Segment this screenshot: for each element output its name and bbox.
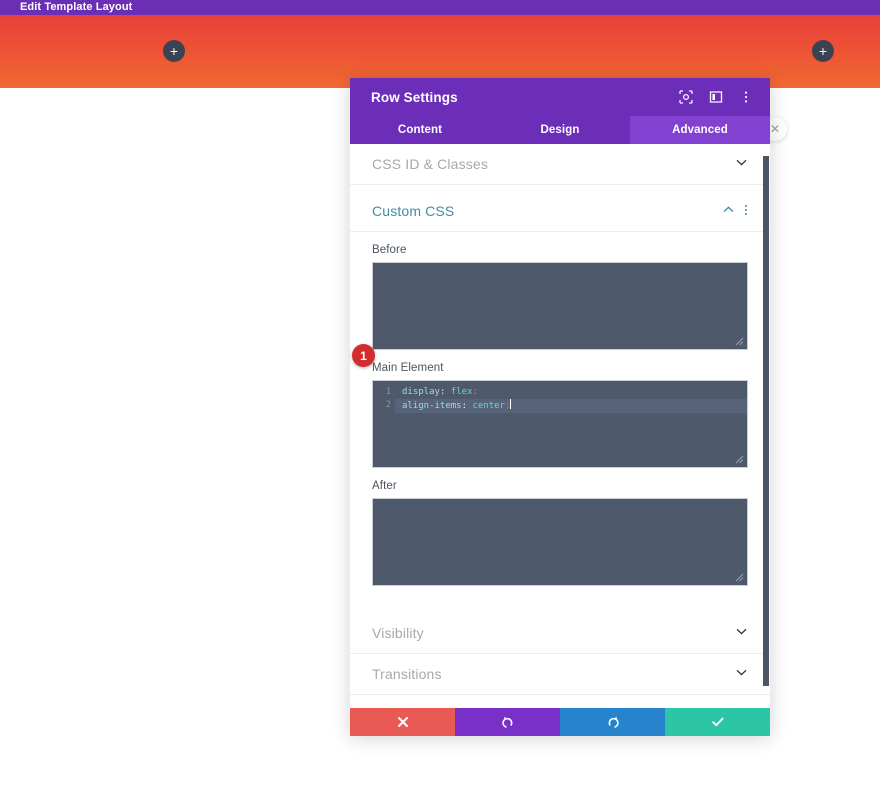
admin-bar-title: Edit Template Layout: [20, 1, 133, 13]
modal-body: CSS ID & Classes Custom CSS Before Main …: [350, 144, 770, 708]
save-button[interactable]: [665, 708, 770, 736]
step-badge-1: 1: [352, 344, 375, 367]
code-line: display: flex;: [395, 386, 747, 399]
row-settings-modal: Row Settings Content Design Advanced CSS…: [350, 78, 770, 736]
tab-design[interactable]: Design: [490, 116, 630, 144]
after-css-textarea[interactable]: [372, 498, 748, 586]
section-css-id-classes-label: CSS ID & Classes: [372, 156, 488, 172]
fullscreen-preview-icon[interactable]: [678, 89, 694, 105]
section-transitions[interactable]: Transitions: [350, 654, 770, 695]
chevron-down-icon: [734, 669, 748, 679]
modal-footer: [350, 708, 770, 736]
modal-header-icons: [678, 89, 754, 105]
section-visibility-label: Visibility: [372, 625, 424, 641]
cancel-button[interactable]: [350, 708, 455, 736]
modal-scrollbar-track[interactable]: [760, 144, 770, 708]
resize-handle-icon: [734, 572, 746, 584]
modal-scroll-content: CSS ID & Classes Custom CSS Before Main …: [350, 144, 770, 708]
section-options-icon[interactable]: [744, 203, 748, 219]
field-main-element-label: Main Element: [372, 362, 444, 374]
field-after-label: After: [372, 480, 397, 492]
more-options-icon[interactable]: [738, 89, 754, 105]
tab-content[interactable]: Content: [350, 116, 490, 144]
field-before: Before: [350, 232, 770, 350]
section-transitions-label: Transitions: [372, 666, 442, 682]
screen-root: Edit Template Layout + + ✕ Row Settings: [0, 0, 880, 798]
before-css-textarea[interactable]: [372, 262, 748, 350]
text-caret: [510, 399, 512, 409]
css-colon: :: [439, 387, 451, 397]
chevron-down-icon: [734, 159, 748, 169]
line-number: 1: [385, 387, 391, 397]
tab-advanced[interactable]: Advanced: [630, 116, 770, 144]
section-custom-css[interactable]: Custom CSS: [350, 191, 770, 232]
editor-code-lines: display: flex; align-items: center;: [395, 381, 747, 467]
css-colon: :: [461, 401, 473, 411]
section-visibility[interactable]: Visibility: [350, 613, 770, 654]
css-property: align-items: [402, 401, 462, 411]
code-line-active: align-items: center;: [395, 399, 747, 413]
field-before-label: Before: [372, 244, 407, 256]
main-element-css-editor[interactable]: 1 2 display: flex; align-items: center;: [372, 380, 748, 468]
layout-panel-icon[interactable]: [708, 89, 724, 105]
line-number: 2: [385, 400, 391, 410]
chevron-down-icon: [734, 628, 748, 638]
redo-button[interactable]: [560, 708, 665, 736]
help-link[interactable]: ? Help: [350, 695, 770, 708]
css-value: center: [472, 401, 505, 411]
admin-bar: Edit Template Layout: [0, 0, 880, 15]
add-row-left-button[interactable]: +: [163, 40, 185, 62]
css-property: display: [402, 387, 440, 397]
modal-title: Row Settings: [371, 89, 458, 105]
resize-handle-icon: [734, 336, 746, 348]
modal-scrollbar-thumb[interactable]: [763, 156, 769, 686]
add-row-right-button[interactable]: +: [812, 40, 834, 62]
modal-tabs: Content Design Advanced: [350, 116, 770, 144]
undo-button[interactable]: [455, 708, 560, 736]
section-custom-css-label: Custom CSS: [372, 203, 455, 219]
section-css-id-classes[interactable]: CSS ID & Classes: [350, 144, 770, 185]
modal-header: Row Settings: [350, 78, 770, 116]
editor-gutter: 1 2: [373, 381, 395, 467]
field-after: After: [350, 468, 770, 586]
css-semicolon: ;: [472, 387, 478, 397]
chevron-up-icon: [721, 206, 735, 216]
field-main-element: Main Element 1 2 display: flex; align-it…: [350, 350, 770, 468]
css-value: flex: [450, 387, 473, 397]
